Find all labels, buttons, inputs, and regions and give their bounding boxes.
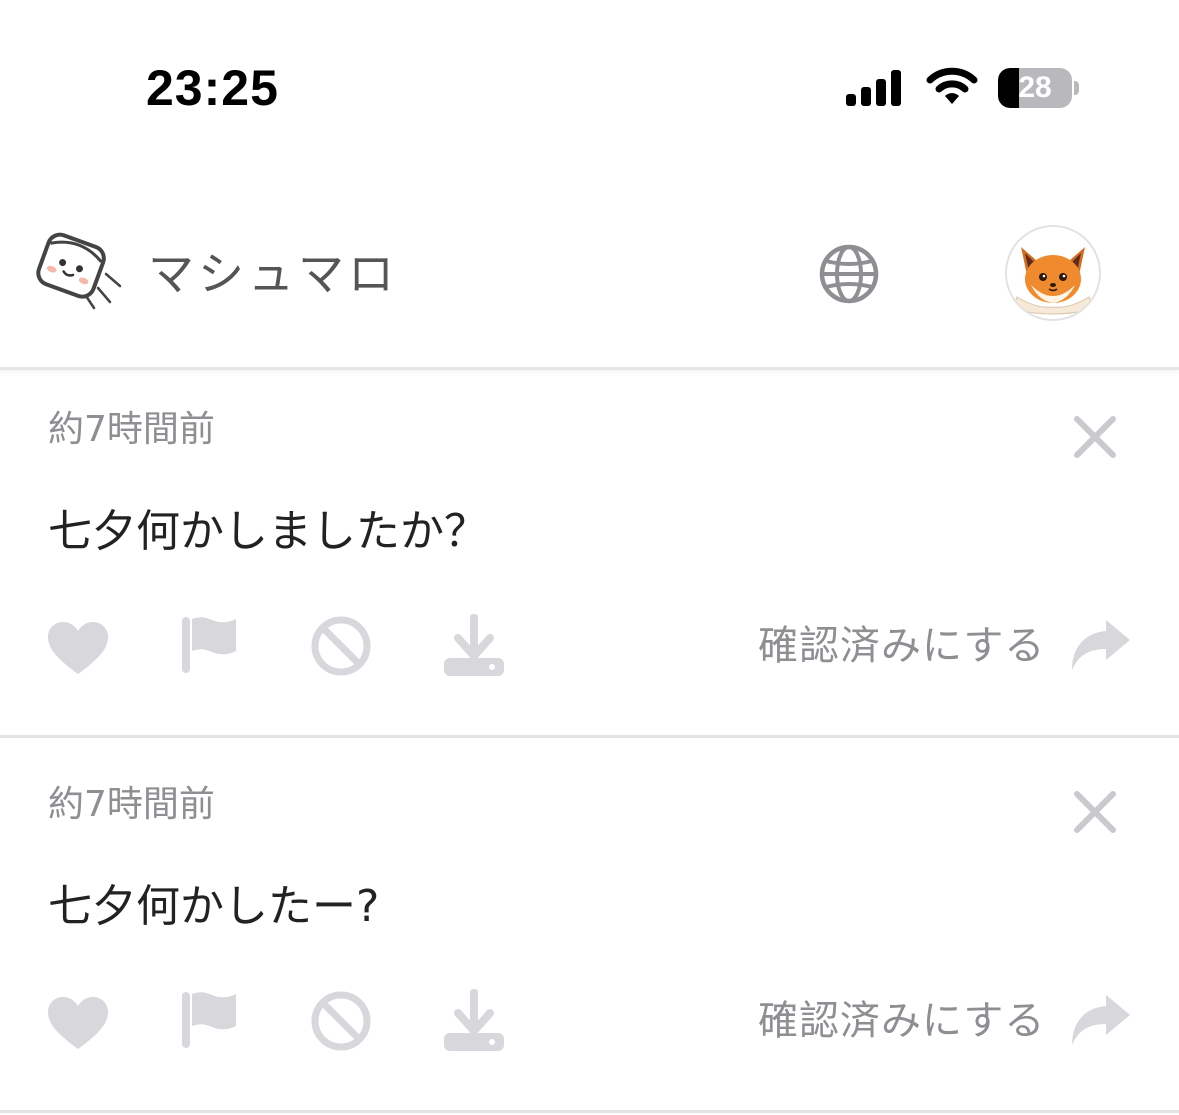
app-header: マシュマロ [0,180,1179,370]
message-time: 約7時間前 [48,784,215,825]
flag-icon[interactable] [180,990,240,1050]
heart-icon[interactable] [46,995,110,1051]
signal-icon [846,70,901,106]
message-actions: 確認済みにする [0,612,1179,682]
avatar[interactable] [1005,225,1101,321]
fox-avatar-icon [1007,227,1099,319]
message-time: 約7時間前 [48,409,215,450]
close-icon[interactable] [1072,414,1118,460]
close-icon[interactable] [1072,789,1118,835]
heart-icon[interactable] [46,620,110,676]
message-text: 七夕何かしたー? [48,881,380,932]
status-bar: 23:25 28 [0,0,1179,180]
marshmallow-logo-icon [36,232,122,310]
flag-icon[interactable] [180,615,240,675]
block-icon[interactable] [310,990,372,1052]
download-icon[interactable] [442,612,506,678]
battery-icon: 28 [998,68,1080,108]
wifi-icon [926,67,978,104]
message-card: 約7時間前 七夕何かしたー? 確認済みにする [0,747,1179,1113]
status-time: 23:25 [146,60,279,116]
battery-level: 28 [1018,71,1052,104]
message-text: 七夕何かしましたか？ [48,506,488,557]
globe-icon[interactable] [818,243,880,305]
mark-confirmed-button[interactable]: 確認済みにする [758,616,1045,676]
share-arrow-icon[interactable] [1068,993,1132,1047]
app-title: マシュマロ [148,247,398,301]
share-arrow-icon[interactable] [1068,618,1132,672]
message-card: 約7時間前 七夕何かしましたか？ 確認済みにする [0,372,1179,738]
block-icon[interactable] [310,615,372,677]
message-actions: 確認済みにする [0,987,1179,1057]
mark-confirmed-button[interactable]: 確認済みにする [758,991,1045,1051]
download-icon[interactable] [442,987,506,1053]
